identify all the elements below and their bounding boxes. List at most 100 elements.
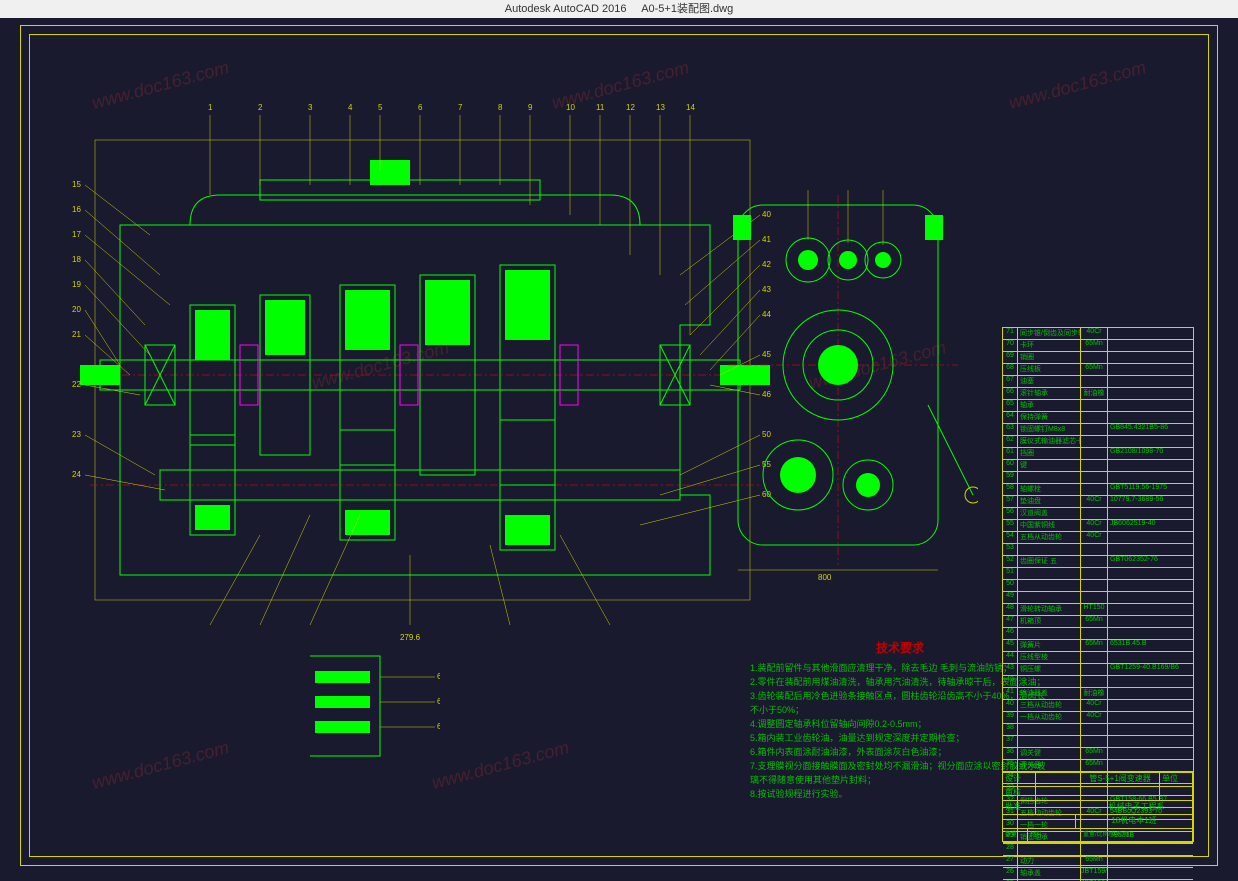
svg-text:16: 16 (72, 205, 81, 214)
bom-row: 40三档从动齿轮40Cr (1003, 700, 1193, 712)
svg-text:10: 10 (566, 103, 575, 112)
tb-class: 18机电本1班 (1076, 815, 1193, 828)
bom-row: 39一档从动齿轮40Cr (1003, 712, 1193, 724)
bom-row: 51 (1003, 568, 1193, 580)
bom-row: 46 (1003, 628, 1193, 640)
svg-text:24: 24 (72, 470, 81, 479)
bom-row: 54五档从动齿轮40Cr (1003, 532, 1193, 544)
watermark: www.doc163.com (430, 737, 572, 794)
bom-row: 63锁固螺钉M8x8GB845.4321B5-86 (1003, 424, 1193, 436)
title-block: 设计 管S-5+1阀变速器 单位 审核 批准 机械电子工程系 18机电本1班 数… (1003, 772, 1193, 841)
bom-row: 37 (1003, 736, 1193, 748)
bom-row: 36调关健65Mn (1003, 748, 1193, 760)
cad-canvas: Autodesk AutoCAD 2016 A0-5+1装配图.dwg www.… (0, 0, 1238, 881)
dipstick (928, 405, 973, 495)
svg-text:17: 17 (72, 230, 81, 239)
main-section-view: 1 2 3 4 5 6 7 8 9 10 11 12 13 14 15 16 1… (60, 75, 780, 645)
lug-tl (733, 215, 751, 240)
bom-row: 50 (1003, 580, 1193, 592)
svg-text:14: 14 (686, 103, 695, 112)
svg-text:21: 21 (72, 330, 81, 339)
svg-text:1: 1 (208, 103, 213, 112)
bom-row: 35开关器65Mn (1003, 760, 1193, 772)
app-title: Autodesk AutoCAD 2016 (505, 3, 627, 15)
svg-text:18: 18 (72, 255, 81, 264)
end-view: 800 (718, 185, 978, 585)
bom-row: 64保持弹簧 (1003, 412, 1193, 424)
svg-text:8: 8 (498, 103, 503, 112)
bom-row: 53 (1003, 544, 1193, 556)
bom-row: 42 (1003, 676, 1193, 688)
tb-approve-lbl: 批准 (1003, 801, 1036, 814)
svg-text:2: 2 (258, 103, 263, 112)
bom-row: 68压线板65Mn (1003, 364, 1193, 376)
bom-row: 52齿圈保证 五GBT062352-76 (1003, 556, 1193, 568)
bom-row: 26轴承盖JBT159/71 (1003, 868, 1193, 880)
svg-text:67: 67 (437, 697, 440, 706)
tb-scale: 单位 (1160, 773, 1193, 786)
bom-row: 67油塞 (1003, 376, 1193, 388)
svg-text:6: 6 (418, 103, 423, 112)
fork-rod-3 (315, 721, 370, 733)
input-shaft-end (80, 365, 120, 385)
bom-row: 48滑轮转动轴承HT150 (1003, 604, 1193, 616)
bom-row: 66滚针轴承耐油橡胶 (1003, 388, 1193, 400)
bom-row: 44压线型棱 (1003, 652, 1193, 664)
svg-text:4: 4 (348, 103, 353, 112)
svg-text:12: 12 (626, 103, 635, 112)
bom-row: 28 (1003, 844, 1193, 856)
dim-width: 800 (818, 573, 832, 582)
svg-text:66: 66 (437, 672, 440, 681)
bom-row: 38 (1003, 724, 1193, 736)
tb-design-lbl: 设计 (1003, 773, 1036, 786)
drawing-frame: www.doc163.com www.doc163.com www.doc163… (20, 25, 1218, 866)
bom-table: 71同步锥/倒齿及同步轮40Cr70卡环65Mn69销圈68压线板65Mn67油… (1002, 327, 1194, 842)
bom-row: 55中国紫铜线40CrJB6062519-40 (1003, 520, 1193, 532)
svg-text:19: 19 (72, 280, 81, 289)
svg-text:23: 23 (72, 430, 81, 439)
svg-text:11: 11 (596, 103, 605, 112)
svg-text:7: 7 (458, 103, 463, 112)
detail-view: 66 67 68 (280, 636, 440, 786)
bom-row: 61挡圈GB2108/1098-70 (1003, 448, 1193, 460)
fork-rod-2 (315, 696, 370, 708)
bom-row: 60键 (1003, 460, 1193, 472)
shift-fork-detail: 66 67 68 (280, 636, 440, 786)
bom-row: 43铜压螺GBT1259-40.B169/B6 (1003, 664, 1193, 676)
bom-row: 58轴螺栓GBT5119.56-1975 (1003, 484, 1193, 496)
bom-row: 27动力65Mn (1003, 856, 1193, 868)
fork-rod-1 (315, 671, 370, 683)
bom-row: 59 (1003, 472, 1193, 484)
bom-row: 47机箱顶65Mn (1003, 616, 1193, 628)
bom-row: 65轴承 (1003, 400, 1193, 412)
bom-row: 71同步锥/倒齿及同步轮40Cr (1003, 328, 1193, 340)
watermark: www.doc163.com (1007, 57, 1149, 114)
bom-row: 69销圈 (1003, 352, 1193, 364)
leaders-left: 15 16 17 18 19 20 21 22 23 24 (72, 180, 170, 490)
svg-text:13: 13 (656, 103, 665, 112)
bom-row: 41输油器盖耐油橡胶 (1003, 688, 1193, 700)
bom-row: 57垫油盘40Cr10779.7-3689-56 (1003, 496, 1193, 508)
bom-row: 70卡环65Mn (1003, 340, 1193, 352)
bom-row: 56汉道阀盖 (1003, 508, 1193, 520)
svg-text:5: 5 (378, 103, 383, 112)
tb-dept: 机械电子工程系 (1081, 801, 1193, 814)
svg-text:68: 68 (437, 722, 440, 731)
svg-text:20: 20 (72, 305, 81, 314)
svg-text:9: 9 (528, 103, 533, 112)
svg-text:22: 22 (72, 380, 81, 389)
tb-check-lbl: 审核 (1003, 787, 1036, 800)
bom-row: 49 (1003, 592, 1193, 604)
gearbox-section: 1 2 3 4 5 6 7 8 9 10 11 12 13 14 15 16 1… (60, 75, 780, 645)
bom-row: 45弹簧片65Mn6531B.45.B (1003, 640, 1193, 652)
side-view: 800 (718, 185, 978, 585)
svg-text:3: 3 (308, 103, 313, 112)
tb-drawing-name: 管S-5+1阀变速器 (1081, 773, 1160, 786)
app-title-bar: Autodesk AutoCAD 2016 A0-5+1装配图.dwg (0, 0, 1238, 18)
bom-row: 62膜仪式输油器滤芯卡圈 (1003, 436, 1193, 448)
inner-border: www.doc163.com www.doc163.com www.doc163… (29, 34, 1209, 857)
filler-plug (370, 160, 410, 185)
watermark: www.doc163.com (90, 737, 232, 794)
svg-text:15: 15 (72, 180, 81, 189)
filename: A0-5+1装配图.dwg (641, 3, 733, 15)
